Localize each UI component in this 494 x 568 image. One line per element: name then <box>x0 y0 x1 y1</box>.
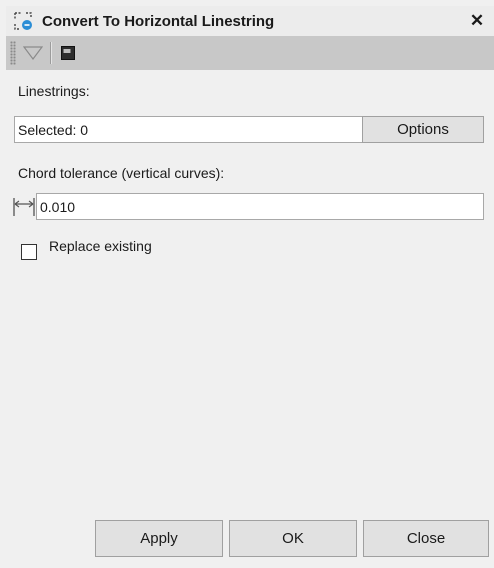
options-button[interactable]: Options <box>362 116 484 143</box>
ok-button[interactable]: OK <box>229 520 357 557</box>
dialog-title: Convert To Horizontal Linestring <box>42 12 275 30</box>
selection-field[interactable]: Selected: 0 <box>14 116 363 143</box>
filter-dropdown-icon[interactable] <box>20 40 46 66</box>
close-icon[interactable]: ✕ <box>466 10 488 32</box>
convert-dialog: Convert To Horizontal Linestring ✕ Lines… <box>0 0 494 568</box>
replace-existing-label: Replace existing <box>49 238 152 254</box>
title-bar[interactable]: Convert To Horizontal Linestring ✕ <box>6 6 494 36</box>
chord-tolerance-input[interactable]: 0.010 <box>36 193 484 220</box>
toolbar-grip[interactable] <box>10 41 16 65</box>
toolbar <box>6 36 494 70</box>
replace-existing-checkbox[interactable] <box>21 244 37 260</box>
command-prompt-icon[interactable] <box>55 40 81 66</box>
linestrings-label: Linestrings: <box>18 83 90 99</box>
toolbar-separator <box>50 42 51 64</box>
apply-button[interactable]: Apply <box>95 520 223 557</box>
close-button[interactable]: Close <box>363 520 489 557</box>
chord-tolerance-label: Chord tolerance (vertical curves): <box>18 165 225 181</box>
distance-icon <box>13 196 37 221</box>
linestring-icon <box>12 10 34 32</box>
